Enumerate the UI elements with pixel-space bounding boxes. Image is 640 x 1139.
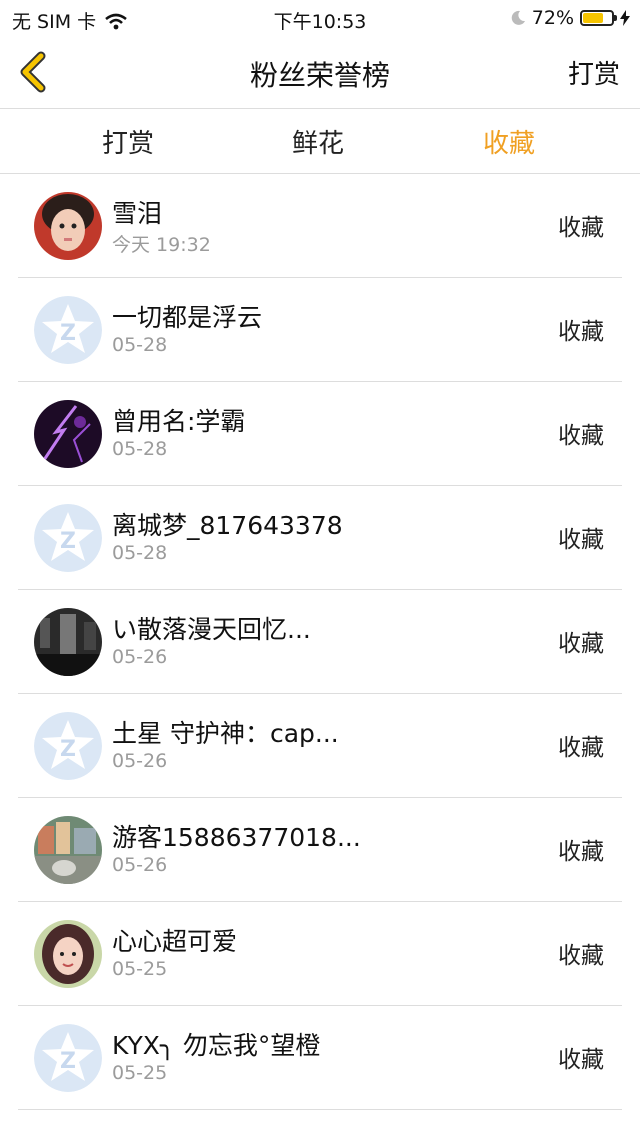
avatar[interactable] — [34, 816, 102, 884]
action-label: 收藏 — [558, 943, 604, 969]
avatar[interactable]: Z — [34, 712, 102, 780]
action-label: 收藏 — [558, 215, 604, 241]
fan-name: 曾用名:学霸 — [112, 407, 246, 436]
charging-bolt-icon — [620, 10, 630, 26]
page-title: 粉丝荣誉榜 — [249, 59, 390, 92]
status-right: 72% — [510, 7, 630, 29]
svg-text:Z: Z — [60, 529, 76, 554]
action-label: 收藏 — [558, 1047, 604, 1073]
moon-icon — [511, 10, 525, 25]
list-item[interactable]: Z 一切都是浮云 05-28 收藏 — [0, 278, 640, 382]
reward-button[interactable]: 打赏 — [568, 54, 620, 91]
fan-name: 土星 守护神：cap... — [112, 719, 339, 748]
tab-reward[interactable]: 打赏 — [102, 123, 154, 160]
avatar[interactable]: Z — [34, 504, 102, 572]
fan-name: 心心超可爱 — [112, 927, 238, 956]
fan-name: 一切都是浮云 — [112, 303, 263, 332]
fan-time: 今天 19:32 — [112, 234, 211, 256]
list-item[interactable]: 心心超可爱 05-25 收藏 — [0, 902, 640, 1006]
avatar[interactable]: Z — [34, 1024, 102, 1092]
fan-list: 雪泪 今天 19:32 收藏 Z 一切都是浮云 05-28 收藏 曾用名:学霸 05-28 收藏 Z… — [0, 174, 640, 1110]
avatar[interactable] — [34, 192, 102, 260]
fan-time: 05-28 — [112, 542, 168, 564]
list-item[interactable]: 雪泪今天 19:32 收藏 — [0, 174, 640, 278]
svg-text:Z: Z — [60, 321, 76, 346]
fan-time: 05-25 — [112, 1062, 168, 1084]
svg-text:Z: Z — [60, 737, 76, 762]
tab-flowers[interactable]: 鲜花 — [292, 123, 344, 160]
fan-name: 游客15886377018... — [112, 823, 361, 852]
battery-fill — [583, 13, 604, 23]
tab-favorites[interactable]: 收藏 — [483, 123, 535, 160]
fan-time: 05-26 — [112, 854, 168, 876]
avatar[interactable] — [34, 400, 102, 468]
battery-percent: 72% — [531, 7, 574, 29]
fan-name: KYX╮ 勿忘我°望橙 — [112, 1031, 321, 1060]
action-label: 收藏 — [558, 735, 604, 761]
fan-time: 05-26 — [112, 750, 168, 772]
tab-bar: 打赏 鲜花 收藏 — [0, 109, 640, 174]
list-item[interactable]: Z 离城梦_817643378 05-28 收藏 — [0, 486, 640, 590]
list-item[interactable]: Z KYX╮ 勿忘我°望橙 05-25 收藏 — [0, 1006, 640, 1110]
svg-text:Z: Z — [60, 1049, 76, 1074]
fan-name: 雪泪 — [112, 199, 163, 228]
action-label: 收藏 — [558, 839, 604, 865]
avatar[interactable]: Z — [34, 296, 102, 364]
list-item[interactable]: 曾用名:学霸 05-28 收藏 — [0, 382, 640, 486]
action-label: 收藏 — [558, 319, 604, 345]
action-label: 收藏 — [558, 631, 604, 657]
fan-time: 05-25 — [112, 958, 168, 980]
list-item[interactable]: い散落漫天回忆... 05-26 收藏 — [0, 590, 640, 694]
avatar[interactable] — [34, 920, 102, 988]
fan-name: い散落漫天回忆... — [112, 615, 311, 644]
fan-time: 05-28 — [112, 334, 168, 356]
fan-name: 离城梦_817643378 — [112, 511, 343, 540]
action-label: 收藏 — [558, 527, 604, 553]
list-item[interactable]: 游客15886377018... 05-26 收藏 — [0, 798, 640, 902]
fan-time: 05-26 — [112, 646, 168, 668]
avatar[interactable] — [34, 608, 102, 676]
list-item[interactable]: Z 土星 守护神：cap... 05-26 收藏 — [0, 694, 640, 798]
fan-time: 05-28 — [112, 438, 168, 460]
battery-icon — [580, 10, 617, 26]
action-label: 收藏 — [558, 423, 604, 449]
status-bar: 无 SIM 卡 下午10:53 72% — [0, 0, 640, 36]
navigation-bar: 粉丝荣誉榜 打赏 — [0, 36, 640, 109]
